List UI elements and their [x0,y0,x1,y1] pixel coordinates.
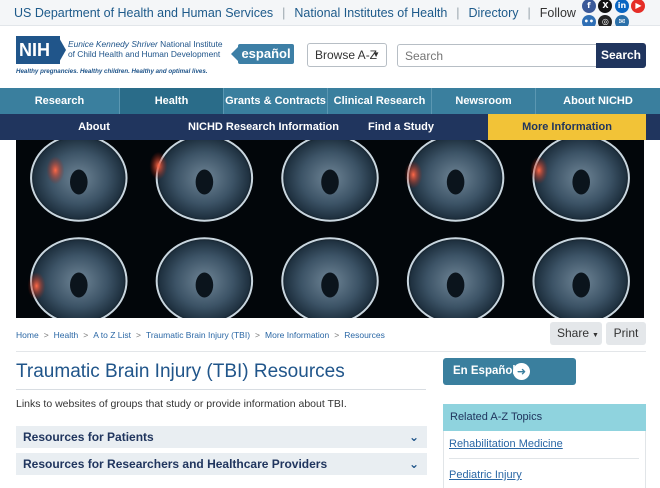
nav-health[interactable]: Health [120,88,224,114]
subnav-research-info[interactable]: NICHD Research Information [188,114,339,140]
brain-ventricle [446,272,465,298]
divider [16,389,426,390]
lesion-highlight [529,156,548,185]
breadcrumb-more-information[interactable]: More Information [265,330,329,340]
directory-link[interactable]: Directory [469,6,519,20]
intro-text: Links to websites of groups that study o… [16,398,347,410]
divider: | [527,5,531,20]
facebook-icon[interactable]: f [581,0,596,13]
breadcrumb: Home > Health > A to Z List > Traumatic Brain … [16,330,385,340]
accordion-label: Resources for Researchers and Healthcare… [23,457,328,471]
brain-ventricle [195,272,214,298]
breadcrumb-separator: > [43,330,49,340]
social-links: f Xin ▶•• ◎ ✉ [581,0,660,29]
lesion-highlight [149,151,168,180]
subnav-about[interactable]: About [0,114,188,140]
nih-logo[interactable]: NIH [16,36,60,64]
institute-name-line2: of Child Health and Human Development [68,49,221,59]
breadcrumb-separator: > [136,330,141,340]
search-button[interactable]: Search [596,43,646,68]
x-icon[interactable]: X [598,0,613,13]
brain-ventricle [70,169,88,195]
breadcrumb-health[interactable]: Health [54,330,79,340]
nav-clinical-research[interactable]: Clinical Research [328,88,432,114]
breadcrumb-resources[interactable]: Resources [344,330,385,340]
chevron-down-icon: ⌄ [408,430,419,444]
institute-name[interactable]: Eunice Kennedy Shriver National Institut… [68,39,228,59]
share-label: Share [557,326,590,340]
page-title: Traumatic Brain Injury (TBI) Resources [16,361,345,382]
linkedin-icon[interactable]: in [614,0,629,13]
primary-nav: Research Health Grants & Contracts Clini… [0,88,660,114]
nav-newsroom[interactable]: Newsroom [432,88,536,114]
print-button[interactable]: Print [606,322,646,345]
share-button[interactable]: Share ▼ [550,322,602,345]
nav-grants-contracts[interactable]: Grants & Contracts [224,88,328,114]
accordion-label: Resources for Patients [23,430,154,444]
browse-az-dropdown[interactable]: Browse A-Z ▼ [307,43,387,67]
espanol-button[interactable]: español [231,44,294,64]
breadcrumb-a-to-z[interactable]: A to Z List [93,330,131,340]
breadcrumb-tbi[interactable]: Traumatic Brain Injury (TBI) [146,330,250,340]
brain-ventricle [321,272,339,298]
nav-about-nichd[interactable]: About NICHD [536,88,660,114]
lesion-highlight [46,156,65,185]
nih-logo-arrow [58,36,66,64]
subnav-more-information[interactable]: More Information [488,114,646,140]
brain-ventricle [321,169,339,195]
subnav-find-study[interactable]: Find a Study [314,114,488,140]
divider [16,351,646,352]
institute-name-italic: Eunice Kennedy Shriver [68,39,158,49]
breadcrumb-separator: > [83,330,89,340]
browse-az-label: Browse A-Z [315,48,378,62]
institute-name-rest: National Institute [157,39,223,49]
brain-ventricle [70,272,88,298]
chevron-down-icon: ⌄ [408,457,419,471]
lesion-highlight [404,160,423,189]
utility-bar: US Department of Health and Human Servic… [0,0,660,29]
hhs-link[interactable]: US Department of Health and Human Servic… [14,6,273,20]
breadcrumb-separator: > [334,330,340,340]
related-topics-heading: Related A-Z Topics [443,404,646,431]
youtube-icon[interactable]: ▶ [631,0,646,13]
breadcrumb-separator: > [255,330,261,340]
brain-ventricle [446,169,465,195]
en-espanol-button[interactable]: En Español ➜ [443,358,576,385]
lesion-highlight [27,271,46,300]
secondary-nav: About NICHD Research Information Find a … [0,114,660,140]
divider [449,458,639,459]
brain-ventricle [572,272,590,298]
site-header: NIH Eunice Kennedy Shriver National Inst… [0,26,660,88]
arrow-right-icon: ➜ [513,363,530,380]
accordion-resources-patients[interactable]: Resources for Patients ⌄ [16,426,427,448]
follow-label: Follow [539,5,576,20]
caret-down-icon: ▼ [372,50,380,59]
search-input[interactable] [397,44,597,67]
related-link-pediatric-injury[interactable]: Pediatric Injury [449,469,522,481]
hero-image-brain-scans [16,140,644,318]
nih-link[interactable]: National Institutes of Health [294,6,447,20]
brain-ventricle [195,169,214,195]
nav-research[interactable]: Research [0,88,120,114]
brain-ventricle [572,169,590,195]
brain-scan-grid [16,140,644,318]
divider: | [282,5,286,20]
breadcrumb-home[interactable]: Home [16,330,39,340]
caret-down-icon: ▼ [592,332,599,339]
tagline: Healthy pregnancies. Healthy children. H… [16,68,208,75]
divider: | [456,5,460,20]
en-espanol-label: En Español [453,365,516,377]
related-link-rehabilitation-medicine[interactable]: Rehabilitation Medicine [449,438,563,450]
accordion-resources-researchers[interactable]: Resources for Researchers and Healthcare… [16,453,427,475]
